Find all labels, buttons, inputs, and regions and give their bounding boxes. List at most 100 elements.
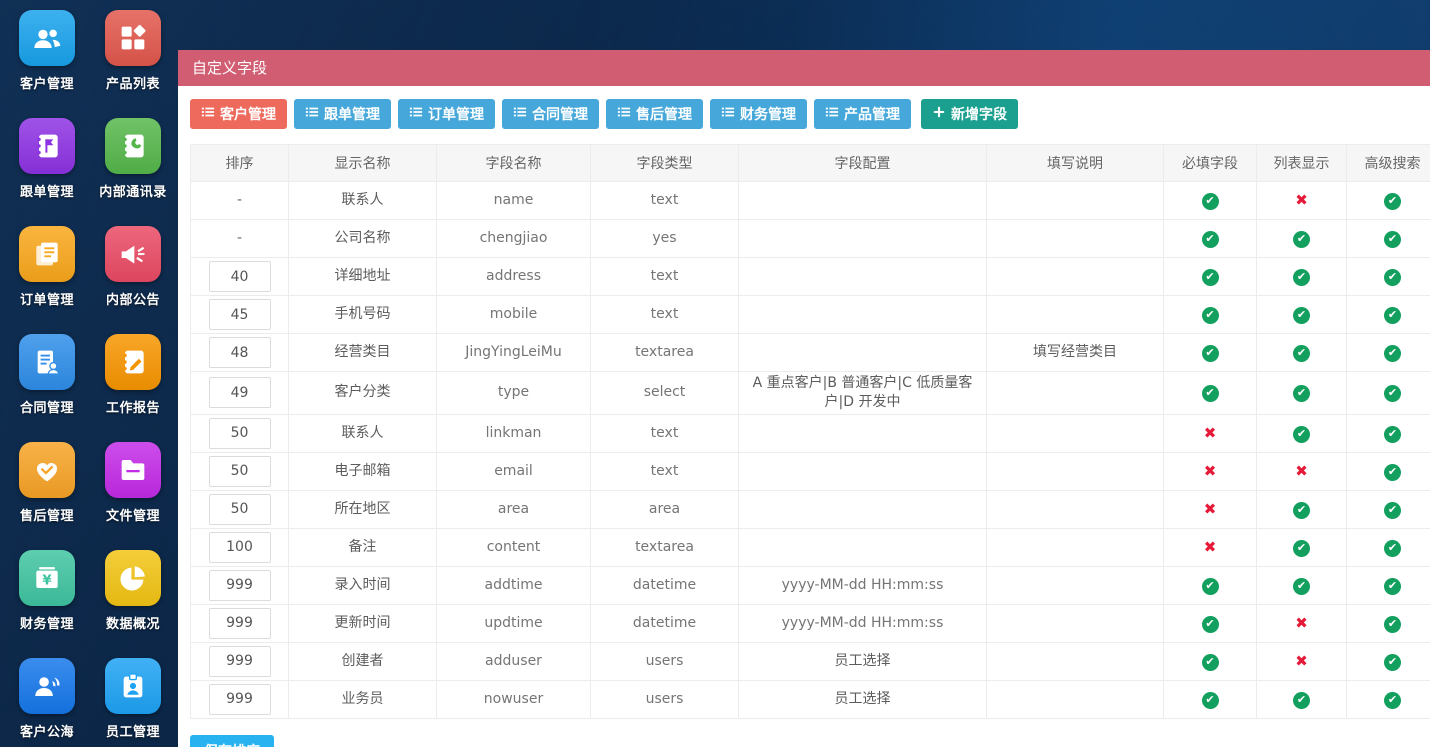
field-name-cell: name bbox=[436, 181, 591, 220]
sort-input[interactable] bbox=[208, 455, 271, 487]
sort-input[interactable] bbox=[208, 299, 271, 330]
list-show-check-icon[interactable]: ✔ bbox=[1293, 230, 1310, 248]
documents-icon bbox=[19, 226, 75, 282]
sort-input[interactable] bbox=[208, 261, 271, 292]
sidebar-item-label: 订单管理 bbox=[19, 293, 74, 308]
sort-input[interactable] bbox=[208, 493, 271, 525]
sort-input[interactable] bbox=[208, 683, 271, 715]
sort-input[interactable] bbox=[208, 645, 271, 677]
adv-search-check-icon[interactable]: ✔ bbox=[1384, 501, 1401, 519]
tab-跟单管理[interactable]: 跟单管理 bbox=[294, 99, 391, 129]
sort-input[interactable] bbox=[208, 531, 271, 563]
plus-icon bbox=[932, 105, 951, 123]
list-show-check-icon[interactable]: ✔ bbox=[1293, 425, 1310, 443]
adv-search-check-icon[interactable]: ✔ bbox=[1384, 268, 1401, 286]
list-show-cross-icon[interactable]: ✖ bbox=[1295, 191, 1308, 209]
required-check-icon[interactable]: ✔ bbox=[1201, 653, 1219, 671]
adv-search-check-icon[interactable]: ✔ bbox=[1384, 344, 1401, 362]
list-icon bbox=[617, 105, 636, 123]
required-cross-icon[interactable]: ✖ bbox=[1204, 462, 1217, 480]
sidebar-item-label: 合同管理 bbox=[19, 401, 74, 416]
megaphone-icon bbox=[105, 226, 161, 282]
sort-cell: - bbox=[190, 219, 289, 258]
required-check-icon[interactable]: ✔ bbox=[1201, 385, 1219, 403]
adv-search-check-icon[interactable]: ✔ bbox=[1384, 192, 1401, 210]
sort-cell bbox=[190, 295, 289, 334]
list-show-check-icon[interactable]: ✔ bbox=[1293, 306, 1310, 324]
sidebar-item-contract[interactable]: 合同管理 bbox=[4, 334, 90, 416]
required-check-icon[interactable]: ✔ bbox=[1201, 230, 1219, 248]
adv-search-check-icon[interactable]: ✔ bbox=[1384, 463, 1401, 481]
required-check-icon[interactable]: ✔ bbox=[1201, 615, 1219, 633]
tab-财务管理[interactable]: 财务管理 bbox=[710, 99, 807, 129]
tab-订单管理[interactable]: 订单管理 bbox=[398, 99, 495, 129]
sidebar-item-user-chat[interactable]: 客户公海 bbox=[4, 658, 90, 740]
sidebar-item-badge[interactable]: 员工管理 bbox=[90, 658, 176, 740]
save-sort-button[interactable]: 保存排序 bbox=[190, 734, 274, 747]
list-show-check-icon[interactable]: ✔ bbox=[1293, 344, 1310, 362]
required-check-icon[interactable]: ✔ bbox=[1201, 192, 1219, 210]
sort-input[interactable] bbox=[208, 377, 271, 409]
sidebar-item-folder[interactable]: 文件管理 bbox=[90, 442, 176, 524]
field-name-cell: area bbox=[436, 489, 591, 529]
sidebar-item-documents[interactable]: 订单管理 bbox=[4, 226, 90, 308]
required-cross-icon[interactable]: ✖ bbox=[1204, 424, 1217, 442]
sidebar-item-contacts-book[interactable]: 内部通讯录 bbox=[90, 118, 176, 200]
sort-input[interactable] bbox=[208, 337, 271, 368]
list-show-check-icon[interactable]: ✔ bbox=[1293, 385, 1310, 403]
adv-search-check-icon[interactable]: ✔ bbox=[1384, 653, 1401, 671]
adv-search-check-icon[interactable]: ✔ bbox=[1384, 577, 1401, 595]
required-cross-icon[interactable]: ✖ bbox=[1204, 538, 1217, 556]
sort-input[interactable] bbox=[208, 417, 271, 449]
adv-search-check-icon[interactable]: ✔ bbox=[1384, 691, 1401, 709]
list-show-check-icon[interactable]: ✔ bbox=[1293, 501, 1310, 519]
sidebar-item-pie-chart[interactable]: 数据概况 bbox=[90, 550, 176, 632]
sidebar-item-notebook-flag[interactable]: 跟单管理 bbox=[4, 118, 90, 200]
field-config-cell bbox=[738, 333, 987, 372]
required-cross-icon[interactable]: ✖ bbox=[1204, 500, 1217, 518]
required-check-icon[interactable]: ✔ bbox=[1201, 344, 1219, 362]
required-check-icon[interactable]: ✔ bbox=[1201, 306, 1219, 324]
tab-售后管理[interactable]: 售后管理 bbox=[606, 99, 703, 129]
sort-input[interactable] bbox=[208, 607, 271, 639]
sidebar-item-users[interactable]: 客户管理 bbox=[4, 10, 90, 92]
required-check-icon[interactable]: ✔ bbox=[1201, 691, 1219, 709]
adv-search-check-icon[interactable]: ✔ bbox=[1384, 230, 1401, 248]
list-icon bbox=[201, 105, 220, 123]
money-icon: ¥ bbox=[19, 550, 75, 606]
sidebar-icon-grid: 客户管理 产品列表 跟单管理 内部通讯录订单管理 内部公告合同管理 工作报告 售后管理 文件管… bbox=[4, 10, 178, 747]
adv-search-check-icon[interactable]: ✔ bbox=[1384, 306, 1401, 324]
field-name-cell: linkman bbox=[436, 413, 591, 453]
sidebar-item-handshake-heart[interactable]: 售后管理 bbox=[4, 442, 90, 524]
adv-search-cell: ✔ bbox=[1346, 603, 1430, 643]
field-type-cell: yes bbox=[590, 219, 739, 258]
list-show-check-icon[interactable]: ✔ bbox=[1293, 577, 1310, 595]
sidebar-item-megaphone[interactable]: 内部公告 bbox=[90, 226, 176, 308]
sidebar-item-report-pencil[interactable]: 工作报告 bbox=[90, 334, 176, 416]
tab-合同管理[interactable]: 合同管理 bbox=[502, 99, 599, 129]
list-show-check-icon[interactable]: ✔ bbox=[1293, 539, 1310, 557]
adv-search-check-icon[interactable]: ✔ bbox=[1384, 425, 1401, 443]
required-check-icon[interactable]: ✔ bbox=[1201, 577, 1219, 595]
add-field-button[interactable]: 新增字段 bbox=[921, 99, 1018, 129]
list-show-check-icon[interactable]: ✔ bbox=[1293, 691, 1310, 709]
adv-search-cell: ✔ bbox=[1346, 489, 1430, 529]
sort-input[interactable] bbox=[208, 569, 271, 601]
list-show-cross-icon[interactable]: ✖ bbox=[1295, 462, 1308, 480]
sidebar-item-grid-blocks[interactable]: 产品列表 bbox=[90, 10, 176, 92]
list-show-cross-icon[interactable]: ✖ bbox=[1295, 652, 1308, 670]
required-check-icon[interactable]: ✔ bbox=[1201, 268, 1219, 286]
sidebar-item-money[interactable]: ¥ 财务管理 bbox=[4, 550, 90, 632]
list-show-check-icon[interactable]: ✔ bbox=[1293, 268, 1310, 286]
adv-search-check-icon[interactable]: ✔ bbox=[1384, 539, 1401, 557]
fields-table-wrap: 排序 显示名称 字段名称 字段类型 字段配置 填写说明 必填字段 列表显示 高级搜索 - 联系人 n… bbox=[190, 144, 1430, 719]
tab-客户管理[interactable]: 客户管理 bbox=[190, 99, 287, 129]
table-row: 更新时间updtimedatetimeyyyy-MM-dd HH:mm:ss ✔ ✖… bbox=[190, 603, 1430, 643]
list-show-cell: ✔ bbox=[1256, 219, 1347, 258]
list-show-cross-icon[interactable]: ✖ bbox=[1295, 614, 1308, 632]
sort-cell bbox=[190, 257, 289, 296]
adv-search-check-icon[interactable]: ✔ bbox=[1384, 385, 1401, 403]
adv-search-check-icon[interactable]: ✔ bbox=[1384, 615, 1401, 633]
sort-cell bbox=[190, 603, 289, 643]
tab-产品管理[interactable]: 产品管理 bbox=[814, 99, 911, 129]
